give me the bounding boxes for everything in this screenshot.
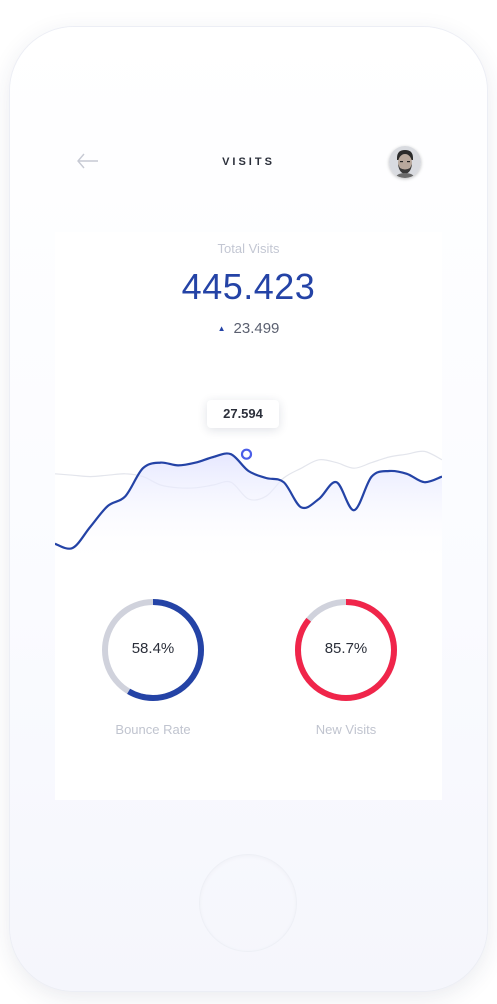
- highlighted-data-point[interactable]: [240, 448, 253, 460]
- avatar[interactable]: [389, 146, 421, 178]
- new-visits-label: New Visits: [315, 722, 377, 737]
- chart-tooltip: 27.594: [207, 400, 279, 428]
- new-visits-value: 85.7%: [324, 640, 368, 657]
- new-visits-gauge: 85.7%: [286, 590, 406, 710]
- visits-delta: ▲ 23.499: [55, 320, 442, 337]
- total-visits-value: 445.423: [181, 266, 316, 307]
- delta-value: 23.499: [233, 320, 280, 337]
- page-title: VISITS: [222, 156, 275, 168]
- triangle-up-icon: ▲: [217, 324, 226, 333]
- bounce-rate-gauge: 58.4%: [93, 590, 213, 710]
- app-header: VISITS: [55, 140, 442, 184]
- bounce-rate-label: Bounce Rate: [115, 722, 191, 737]
- total-visits-label: Total Visits: [217, 241, 280, 256]
- bounce-rate-value: 58.4%: [131, 640, 175, 657]
- home-button[interactable]: [200, 855, 296, 951]
- user-avatar-icon: [389, 146, 421, 178]
